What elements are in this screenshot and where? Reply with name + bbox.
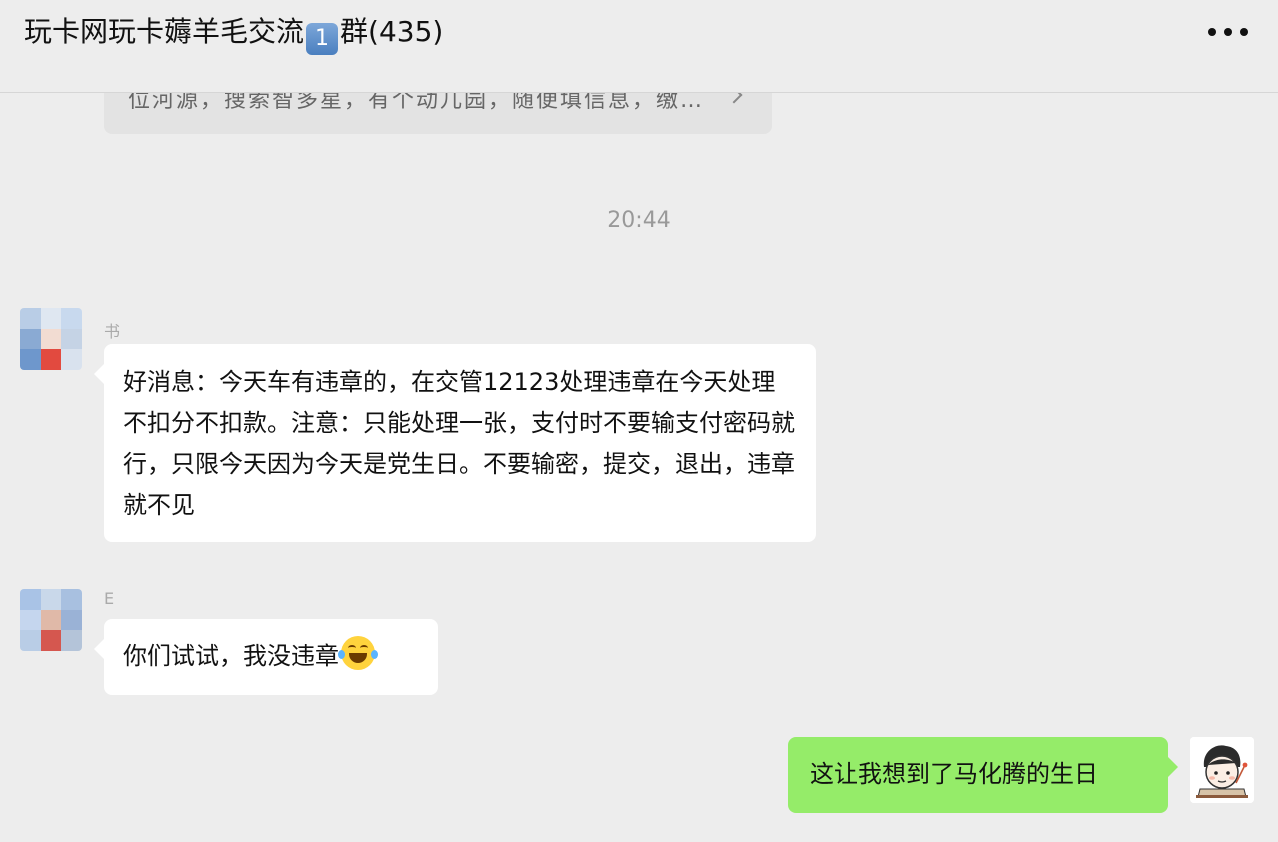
sender-name: 书	[104, 322, 122, 341]
keycap-number-badge: 1	[306, 23, 339, 55]
cartoon-boy-avatar-icon	[1190, 737, 1254, 803]
outgoing-message-bubble[interactable]: 这让我想到了马化腾的生日	[788, 737, 1178, 813]
avatar[interactable]	[20, 589, 82, 651]
face-with-tears-of-joy-icon	[338, 636, 378, 670]
my-avatar[interactable]	[1190, 737, 1254, 803]
message-bubble[interactable]: 好消息：今天车有违章的，在交管12123处理违章在今天处理不扣分不扣款。注意：只…	[94, 344, 816, 542]
group-title-text: 玩卡网玩卡薅羊毛交流	[24, 15, 305, 48]
sender-name: E	[104, 589, 116, 608]
avatar[interactable]	[20, 308, 82, 370]
group-title: 玩卡网玩卡薅羊毛交流 1 群(435)	[24, 14, 443, 55]
chat-header: 玩卡网玩卡薅羊毛交流 1 群(435)	[0, 0, 1278, 93]
message-bubble[interactable]: 你们试试，我没违章	[94, 619, 438, 695]
message-text: 好消息：今天车有违章的，在交管12123处理违章在今天处理不扣分不扣款。注意：只…	[123, 368, 795, 519]
group-member-count: 群(435)	[340, 15, 444, 48]
message-text: 这让我想到了马化腾的生日	[810, 760, 1098, 788]
more-dots-icon[interactable]	[1208, 18, 1248, 46]
message-timestamp: 20:44	[607, 208, 671, 233]
message-text: 你们试试，我没违章	[123, 642, 339, 670]
